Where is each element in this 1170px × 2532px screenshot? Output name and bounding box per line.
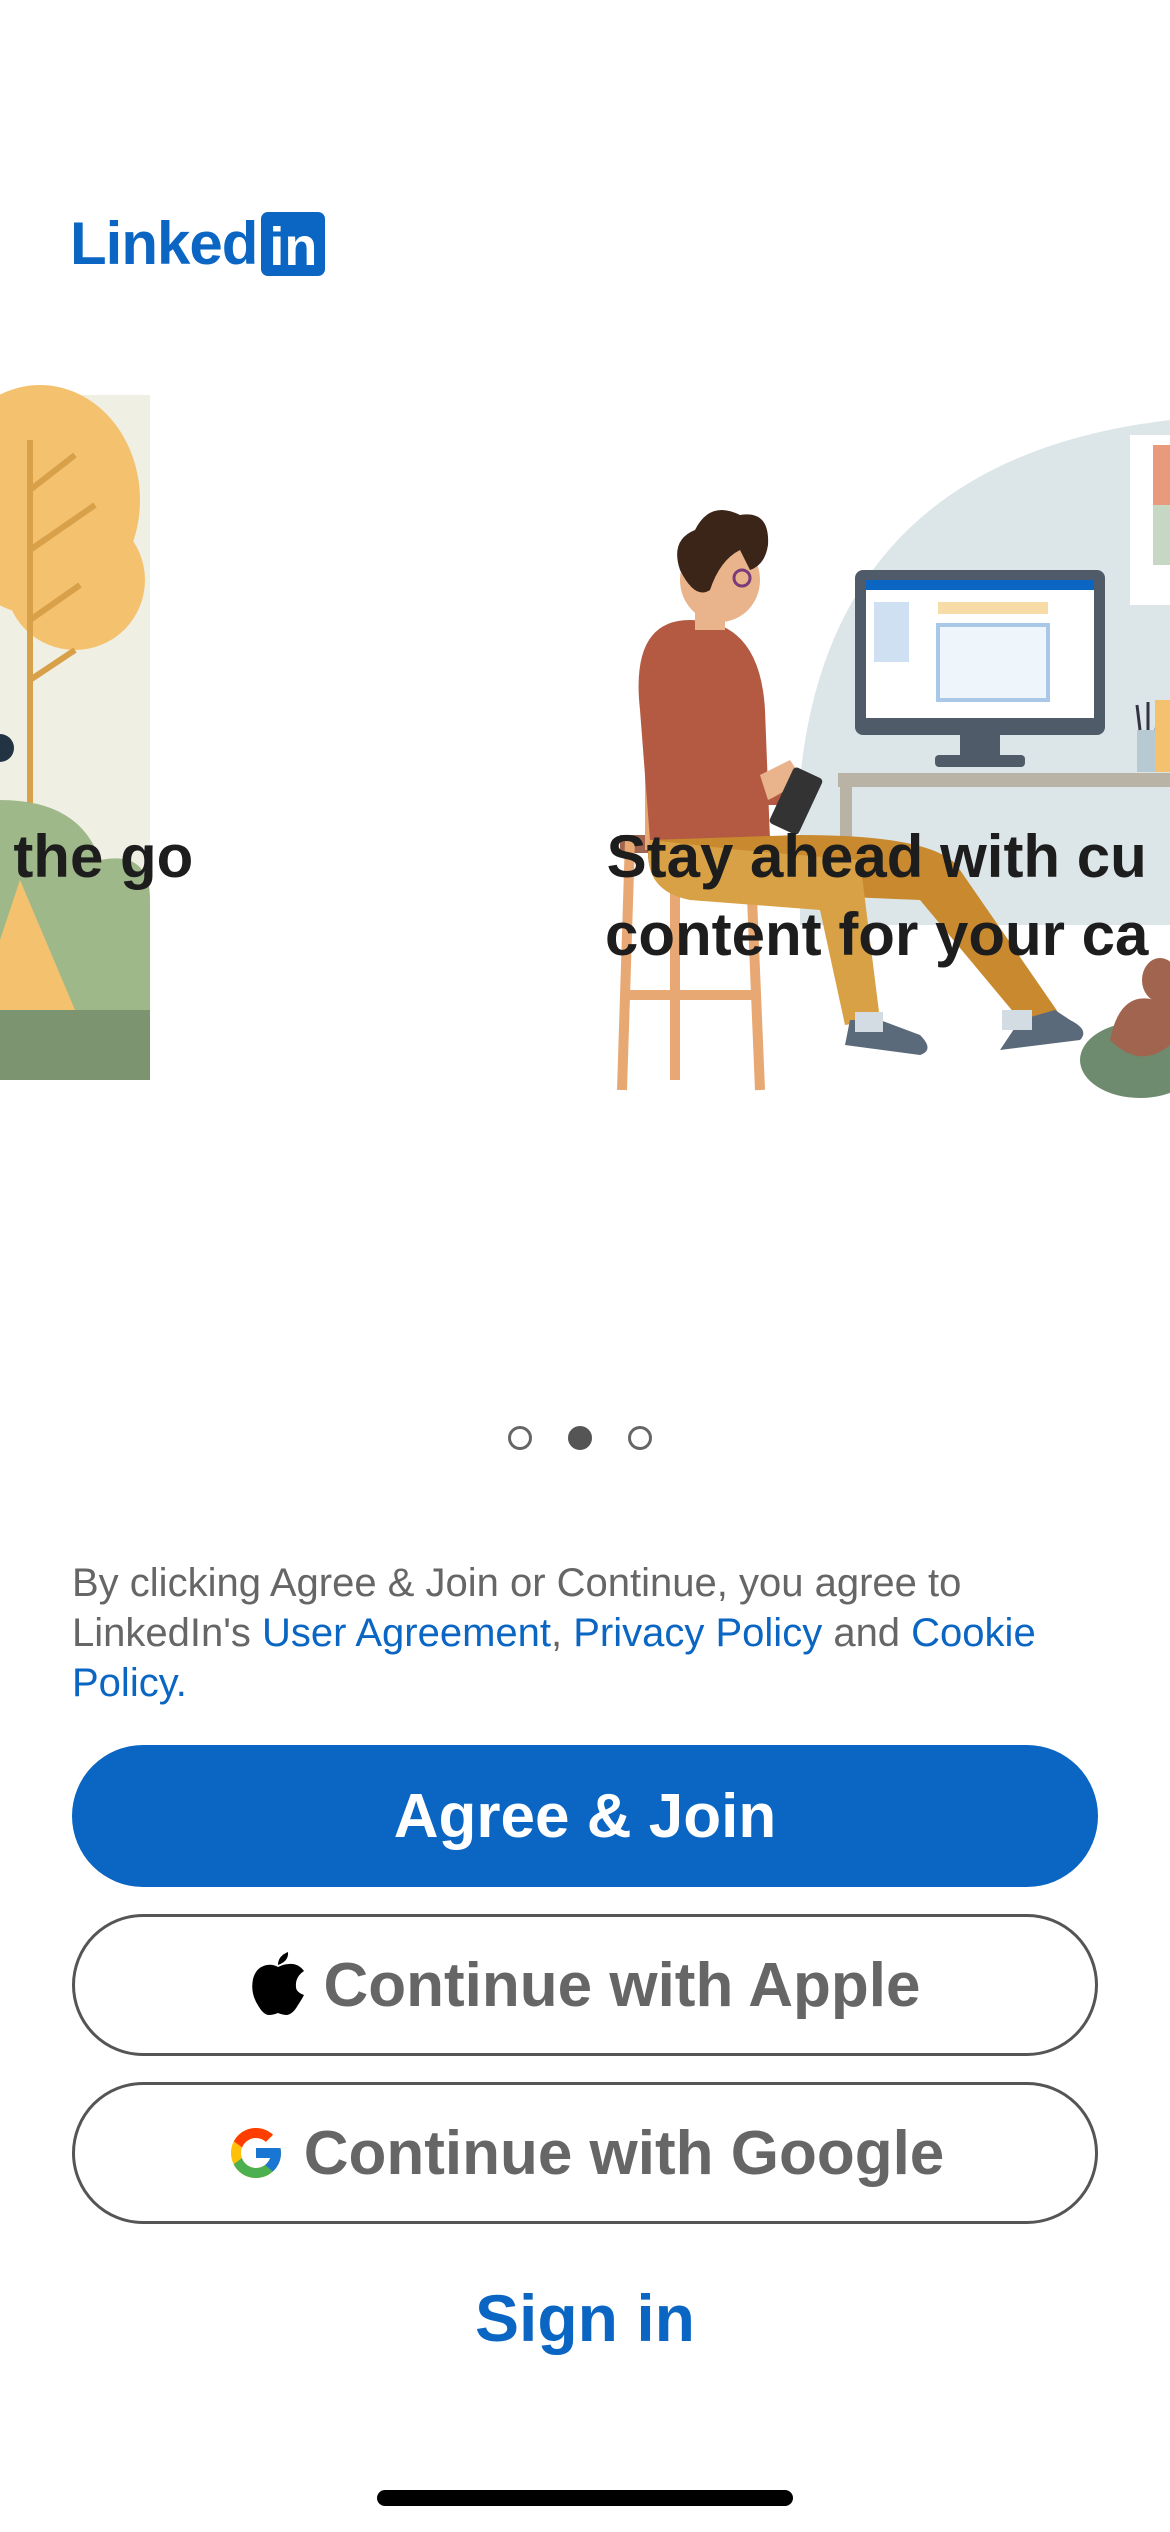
caption-right-line1: Stay ahead with cu [606, 823, 1147, 890]
continue-with-apple-button[interactable]: Continue with Apple [72, 1914, 1098, 2056]
carousel-page-indicator[interactable] [508, 1426, 652, 1450]
privacy-policy-link[interactable]: Privacy Policy [573, 1611, 822, 1655]
legal-comma: , [551, 1611, 574, 1655]
page-dot-1[interactable] [508, 1426, 532, 1450]
agree-join-button[interactable]: Agree & Join [72, 1745, 1098, 1887]
agree-join-label: Agree & Join [393, 1781, 777, 1851]
slide-caption-right: Stay ahead with cu content for your ca [605, 818, 1148, 974]
home-indicator[interactable] [377, 2490, 793, 2506]
caption-right-line2: content for your ca [605, 901, 1149, 968]
sign-in-label: Sign in [475, 2281, 695, 2355]
google-icon [226, 2123, 286, 2183]
onboarding-carousel[interactable]: n the go Stay ahead with cu content for … [0, 380, 1170, 1440]
apple-icon [250, 1952, 306, 2018]
logo-box: in [261, 212, 326, 276]
legal-and: and [822, 1611, 912, 1655]
slide-illustration-right [617, 420, 1170, 1098]
caption-left-line1: n the go [0, 823, 194, 890]
continue-with-apple-label: Continue with Apple [323, 1950, 921, 2020]
legal-period: . [175, 1661, 187, 1705]
continue-with-google-label: Continue with Google [303, 2118, 945, 2188]
slide-caption-left: n the go [0, 818, 193, 896]
linkedin-logo: Linked in [70, 210, 326, 277]
sign-in-link[interactable]: Sign in [0, 2280, 1170, 2356]
page-dot-3[interactable] [628, 1426, 652, 1450]
legal-disclaimer: By clicking Agree & Join or Continue, yo… [72, 1558, 1102, 1708]
logo-text: Linked [70, 210, 258, 277]
user-agreement-link[interactable]: User Agreement [262, 1611, 551, 1655]
page-dot-2[interactable] [568, 1426, 592, 1450]
slide-illustration-left [0, 385, 150, 1080]
continue-with-google-button[interactable]: Continue with Google [72, 2082, 1098, 2224]
